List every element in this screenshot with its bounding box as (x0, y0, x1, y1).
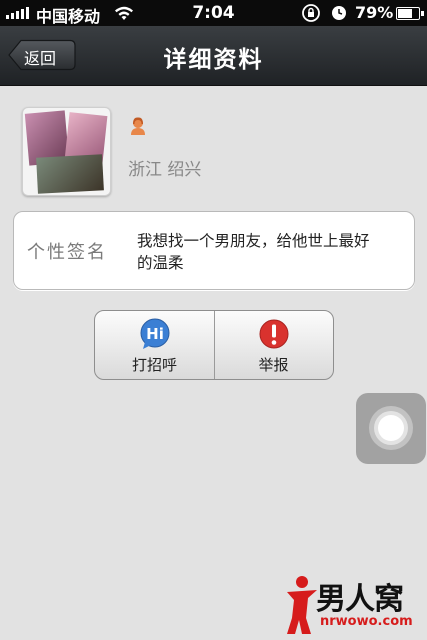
watermark-logo: 男人窝 nrwowo.com (284, 572, 426, 638)
avatar[interactable] (22, 107, 111, 196)
warning-icon (259, 319, 289, 349)
nav-bar: 返回 详细资料 (0, 26, 427, 86)
signature-card: 个性签名 我想找一个男朋友，给他世上最好的温柔 (13, 211, 415, 290)
signature-label: 个性签名 (27, 242, 107, 263)
svg-text:Hi: Hi (146, 325, 164, 343)
alarm-icon (332, 6, 346, 20)
avatar-photo (36, 154, 104, 194)
female-icon (131, 117, 145, 135)
status-bar: 中国移动 7:04 79% (0, 0, 427, 26)
watermark-text: 男人窝 (316, 582, 404, 617)
report-button[interactable]: 举报 (214, 311, 333, 379)
page-title: 详细资料 (163, 47, 264, 73)
assistive-touch-button[interactable] (356, 393, 426, 464)
greet-button[interactable]: Hi 打招呼 (95, 311, 215, 379)
rotation-lock-icon (302, 4, 320, 22)
watermark-figure-icon (287, 576, 317, 634)
action-button-group: Hi 打招呼 举报 (94, 310, 334, 380)
battery-icon (396, 7, 424, 20)
signature-text: 我想找一个男朋友，给他世上最好的温柔 (137, 232, 370, 272)
hi-icon: Hi (140, 318, 170, 349)
battery-percent: 79% (355, 3, 394, 22)
watermark-url: nrwowo.com (320, 614, 413, 629)
greet-button-label: 打招呼 (131, 356, 177, 374)
location-text: 浙江 绍兴 (128, 160, 202, 180)
report-button-label: 举报 (258, 356, 289, 374)
